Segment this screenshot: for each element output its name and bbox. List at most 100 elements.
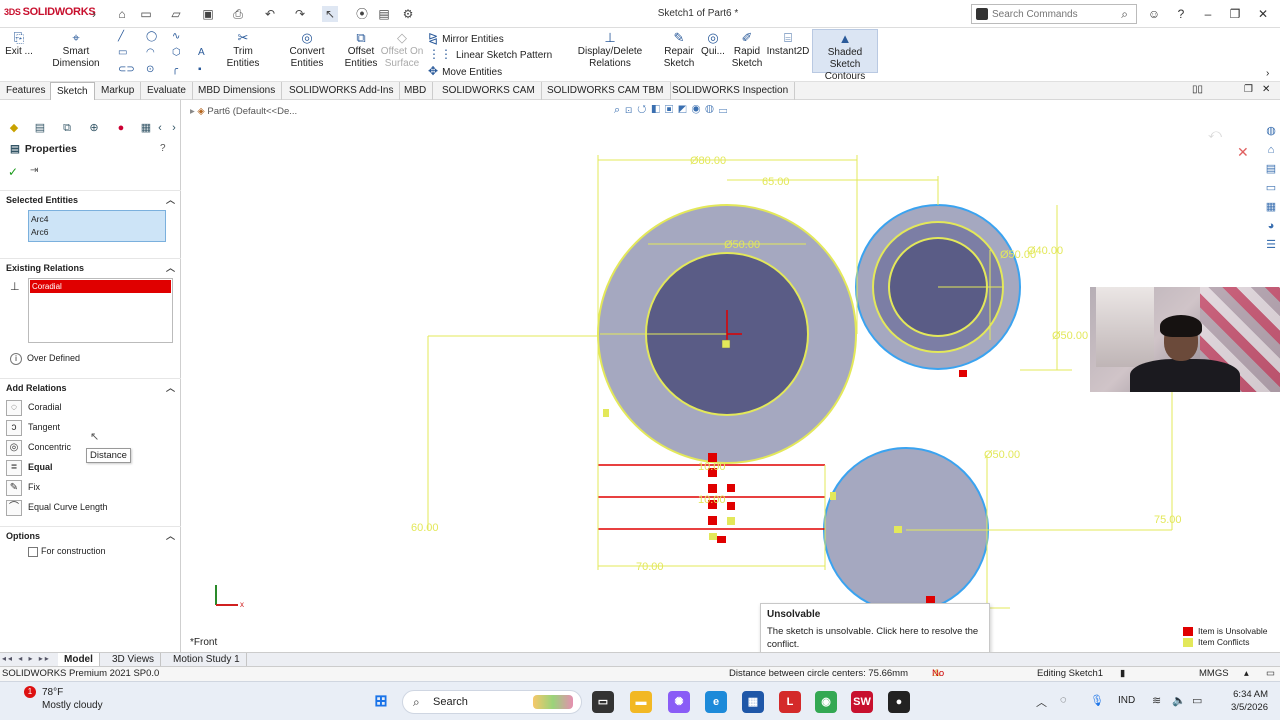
repair-sketch-button[interactable]: ✎ Repair Sketch: [662, 31, 696, 70]
mirror-entities-button[interactable]: ⧎ Mirror Entities: [428, 31, 504, 45]
property-manager-icon[interactable]: ▤: [32, 120, 48, 136]
exit-sketch-button[interactable]: ⎘ Exit ...: [4, 31, 34, 58]
window-restore-icon[interactable]: ❐: [1244, 84, 1253, 95]
selected-entities-header[interactable]: Selected Entities ︿: [0, 190, 181, 208]
units-dropdown-icon[interactable]: ▴: [1244, 667, 1249, 681]
home-task-icon[interactable]: ⌂: [1262, 141, 1280, 160]
relation-marker[interactable]: [894, 526, 902, 533]
select-cursor-icon[interactable]: ↖: [322, 6, 338, 22]
dimension-10-b[interactable]: 10.00: [698, 494, 726, 506]
help-question-icon[interactable]: ?: [160, 143, 166, 154]
unsolvable-popup[interactable]: Unsolvable The sketch is unsolvable. Cli…: [760, 603, 990, 656]
home-icon[interactable]: ⌂: [114, 6, 130, 22]
tab-markup[interactable]: Markup: [95, 82, 142, 100]
tab-motion-study[interactable]: Motion Study 1: [167, 653, 247, 667]
tab-inspection[interactable]: SOLIDWORKS Inspection: [666, 82, 796, 100]
file-explorer-taskbar-icon[interactable]: ▬: [630, 691, 652, 713]
options-header[interactable]: Options ︿: [0, 526, 181, 544]
dimxpert-icon[interactable]: ⊕: [86, 120, 102, 136]
window-tile-icon[interactable]: ▯▯: [1192, 84, 1203, 95]
existing-relations-header[interactable]: Existing Relations ︿: [0, 258, 181, 276]
pushpin-icon[interactable]: ⇥: [30, 165, 38, 176]
fillet-icon[interactable]: ╭: [172, 64, 178, 75]
existing-relations-list[interactable]: Coradial: [28, 278, 173, 343]
selected-entities-list[interactable]: Arc4 Arc6: [28, 210, 166, 242]
search-input[interactable]: [992, 5, 1112, 23]
rebuild-icon[interactable]: ⦿: [354, 6, 370, 22]
volume-icon[interactable]: 🔈: [1172, 694, 1186, 707]
solidworks-resources-icon[interactable]: ◍: [1262, 122, 1280, 141]
tray-overflow-icon[interactable]: ︿: [1036, 694, 1047, 710]
confirmation-corner-cancel-icon[interactable]: ✕: [1237, 145, 1249, 161]
tab-cam-tbm[interactable]: SOLIDWORKS CAM TBM: [541, 82, 671, 100]
relation-coradial[interactable]: ◌ Coradial: [6, 398, 62, 416]
instant2d-button[interactable]: ⌸ Instant2D: [766, 31, 810, 58]
tab-cam[interactable]: SOLIDWORKS CAM: [436, 82, 542, 100]
solidworks-logo[interactable]: 3DS SOLIDWORKS: [4, 6, 96, 18]
task-view-icon[interactable]: ▭: [592, 691, 614, 713]
help-icon[interactable]: ?: [1172, 5, 1190, 23]
system-clock[interactable]: 6:34 AM 3/5/2026: [1231, 688, 1268, 714]
chrome-icon[interactable]: ◉: [815, 691, 837, 713]
offset-entities-button[interactable]: ⧉ Offset Entities: [344, 31, 378, 70]
list-item[interactable]: Arc4: [31, 213, 163, 226]
tab-features[interactable]: Features: [0, 82, 53, 100]
relation-marker[interactable]: [709, 533, 717, 540]
circle-icon[interactable]: ◯: [146, 31, 157, 42]
trim-entities-button[interactable]: ✂ Trim Entities: [216, 31, 270, 70]
configuration-manager-icon[interactable]: ⧉: [59, 120, 75, 136]
list-item[interactable]: Arc6: [31, 226, 163, 239]
file-explorer-icon[interactable]: ▭: [1262, 179, 1280, 198]
ok-check-icon[interactable]: ✓: [8, 165, 18, 179]
dimension-d50-b[interactable]: Ø50.00: [1000, 249, 1036, 261]
user-icon[interactable]: ☺: [1145, 5, 1163, 23]
dimension-d50-a[interactable]: Ø50.00: [724, 239, 760, 251]
slot-icon[interactable]: ⊂⊃: [118, 64, 135, 75]
dimension-70[interactable]: 70.00: [636, 561, 664, 573]
relation-marker[interactable]: [721, 339, 731, 349]
offset-on-surface-button[interactable]: ◇ Offset On Surface: [380, 31, 424, 70]
display-delete-relations-button[interactable]: ⊥ Display/Delete Relations: [560, 31, 660, 70]
new-document-icon[interactable]: ▭: [138, 6, 154, 22]
windows-start-icon[interactable]: ⊞: [370, 691, 392, 713]
menu-arrow-icon[interactable]: ›: [86, 6, 102, 22]
dimension-60[interactable]: 60.00: [411, 522, 439, 534]
print-icon[interactable]: ⎙: [230, 6, 246, 22]
conflict-marker[interactable]: [926, 596, 935, 603]
relation-concentric[interactable]: ◎ Concentric: [6, 438, 71, 456]
for-construction-option[interactable]: For construction: [28, 546, 106, 557]
recorder-icon[interactable]: ●: [888, 691, 910, 713]
rectangle-icon[interactable]: ▭: [118, 47, 127, 58]
convert-entities-button[interactable]: ◎ Convert Entities: [272, 31, 342, 70]
tab-sketch[interactable]: Sketch: [50, 82, 95, 100]
quick-snaps-button[interactable]: ◎ Qui...: [700, 31, 726, 58]
rapid-sketch-button[interactable]: ✐ Rapid Sketch: [730, 31, 764, 70]
edge-browser-icon[interactable]: e: [705, 691, 727, 713]
search-commands-box[interactable]: ⌕: [971, 4, 1137, 24]
design-library-icon[interactable]: ▤: [1262, 160, 1280, 179]
point-icon[interactable]: ▪: [198, 64, 202, 75]
appearances-icon[interactable]: ◕: [1262, 217, 1280, 236]
save-icon[interactable]: ▣: [200, 6, 216, 22]
tray-app-icon[interactable]: ◌: [1060, 694, 1067, 706]
solidworks-taskbar-icon[interactable]: SW: [851, 691, 873, 713]
panel-right-arrow-icon[interactable]: ›: [166, 120, 182, 136]
restore-icon[interactable]: ❐: [1226, 5, 1244, 23]
arc-icon[interactable]: ◠: [146, 47, 155, 58]
polygon-icon[interactable]: ⬡: [172, 47, 181, 58]
for-construction-checkbox[interactable]: [28, 546, 38, 557]
microsoft-store-icon[interactable]: ▦: [742, 691, 764, 713]
relation-marker[interactable]: [727, 517, 735, 525]
window-close-icon[interactable]: ✕: [1262, 84, 1270, 95]
battery-icon[interactable]: ▭: [1192, 694, 1202, 707]
feature-manager-icon[interactable]: ◆: [6, 120, 22, 136]
linear-pattern-button[interactable]: ⋮⋮ Linear Sketch Pattern: [428, 47, 552, 61]
tab-scroll-arrows-icon[interactable]: ◂◂ ◂ ▸ ▸▸: [2, 654, 51, 663]
dimension-10-a[interactable]: 10.00: [698, 461, 726, 473]
dimension-65[interactable]: 65.00: [762, 176, 790, 188]
close-icon[interactable]: ✕: [1254, 5, 1272, 23]
relation-marker[interactable]: [830, 492, 836, 500]
custom-properties-icon[interactable]: ☰: [1262, 236, 1280, 255]
dimension-75[interactable]: 75.00: [1154, 514, 1182, 526]
unsolvable-message[interactable]: The sketch is unsolvable. Click here to …: [767, 625, 983, 651]
